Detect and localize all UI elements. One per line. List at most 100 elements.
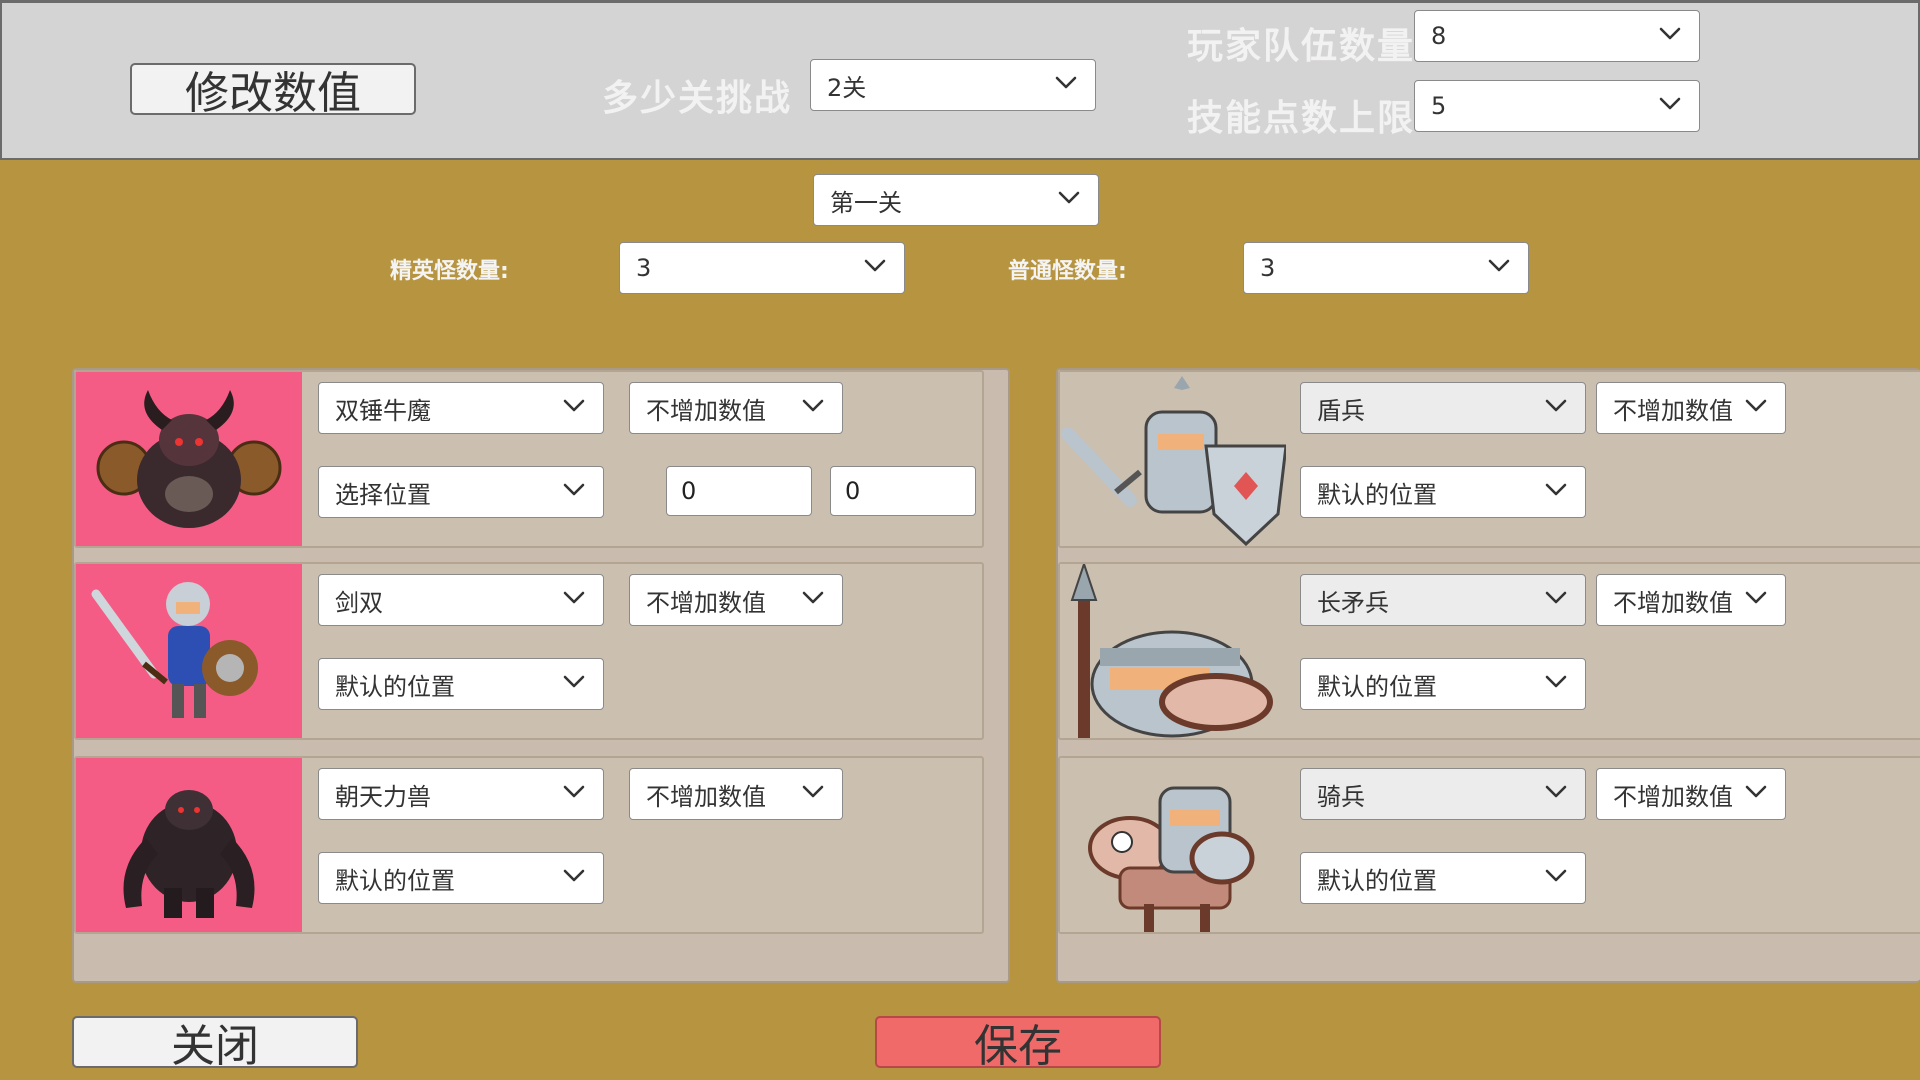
- minotaur-image: [96, 390, 282, 528]
- chevron-down-icon: [1545, 399, 1567, 413]
- position-value: 默认的位置: [335, 672, 455, 701]
- chevron-down-icon: [563, 591, 585, 605]
- chevron-down-icon: [1659, 27, 1681, 41]
- chevron-down-icon: [563, 675, 585, 689]
- monster-type-value: 朝天力兽: [335, 782, 431, 811]
- position-select[interactable]: 默认的位置: [318, 658, 604, 710]
- bonus-select[interactable]: 不增加数值: [629, 574, 843, 626]
- chevron-down-icon: [1745, 591, 1767, 605]
- spearman-portrait: [1060, 564, 1286, 738]
- beast-image: [123, 790, 255, 918]
- monster-type-select[interactable]: 长矛兵: [1300, 574, 1586, 626]
- chevron-down-icon: [1545, 483, 1567, 497]
- skill-cap-select[interactable]: 5: [1414, 80, 1700, 132]
- monster-type-select[interactable]: 朝天力兽: [318, 768, 604, 820]
- bonus-value: 不增加数值: [1613, 782, 1733, 811]
- skill-cap-value: 5: [1431, 92, 1447, 120]
- elite-count-select[interactable]: 3: [619, 242, 905, 294]
- team-count-value: 8: [1431, 22, 1447, 50]
- position-x-input[interactable]: 0: [666, 466, 812, 516]
- chevron-down-icon: [1745, 399, 1767, 413]
- settings-header: 修改数值 多少关挑战 2关 玩家队伍数量 8 技能点数上限 5: [0, 0, 1920, 160]
- bonus-select[interactable]: 不增加数值: [629, 768, 843, 820]
- position-value: 选择位置: [335, 480, 431, 509]
- normal-monster-card: 盾兵 不增加数值 默认的位置: [1058, 370, 1920, 548]
- bonus-value: 不增加数值: [646, 588, 766, 617]
- bonus-select[interactable]: 不增加数值: [1596, 768, 1786, 820]
- position-value: 默认的位置: [1317, 672, 1437, 701]
- bonus-select[interactable]: 不增加数值: [1596, 382, 1786, 434]
- knight-image: [91, 582, 258, 718]
- shield-soldier-portrait: [1060, 372, 1286, 546]
- stages-value: 2关: [827, 73, 867, 102]
- cavalry-portrait: [1060, 758, 1286, 932]
- chevron-down-icon: [1545, 785, 1567, 799]
- bonus-select[interactable]: 不增加数值: [629, 382, 843, 434]
- spearman-image: [1070, 564, 1273, 738]
- knight-portrait: [76, 564, 302, 738]
- chevron-down-icon: [802, 785, 824, 799]
- monster-type-value: 盾兵: [1317, 396, 1365, 425]
- monster-type-value: 长矛兵: [1317, 588, 1389, 617]
- stage-select[interactable]: 第一关: [813, 174, 1099, 226]
- minotaur-portrait: [76, 372, 302, 546]
- chevron-down-icon: [563, 785, 585, 799]
- normal-monster-panel: 盾兵 不增加数值 默认的位置 长矛兵 不增加数值 默认的位置 骑兵 不增加数值 …: [1056, 368, 1920, 983]
- chevron-down-icon: [1055, 76, 1077, 90]
- elite-monster-panel: 双锤牛魔 不增加数值 选择位置 0 0 剑双 不增加数值 默认的位置 朝天力兽 …: [72, 368, 1010, 983]
- chevron-down-icon: [1545, 869, 1567, 883]
- elite-count-value: 3: [636, 254, 652, 282]
- close-button[interactable]: 关闭: [72, 1016, 358, 1072]
- normal-count-label: 普通怪数量:: [1008, 259, 1127, 284]
- chevron-down-icon: [563, 869, 585, 883]
- bonus-value: 不增加数值: [646, 782, 766, 811]
- position-select[interactable]: 默认的位置: [1300, 658, 1586, 710]
- edit-values-button[interactable]: 修改数值: [130, 63, 416, 119]
- bonus-value: 不增加数值: [1613, 588, 1733, 617]
- position-value: 默认的位置: [335, 866, 455, 895]
- monster-type-select[interactable]: 盾兵: [1300, 382, 1586, 434]
- chevron-down-icon: [1058, 191, 1080, 205]
- normal-count-select[interactable]: 3: [1243, 242, 1529, 294]
- bonus-select[interactable]: 不增加数值: [1596, 574, 1786, 626]
- stage-value: 第一关: [830, 188, 902, 217]
- skill-cap-label: 技能点数上限: [1187, 98, 1416, 139]
- chevron-down-icon: [802, 399, 824, 413]
- beast-portrait: [76, 758, 302, 932]
- chevron-down-icon: [563, 399, 585, 413]
- elite-monster-card: 剑双 不增加数值 默认的位置: [74, 562, 984, 740]
- cavalry-image: [1088, 786, 1255, 932]
- position-select[interactable]: 默认的位置: [1300, 852, 1586, 904]
- save-button[interactable]: 保存: [875, 1016, 1161, 1072]
- team-count-label: 玩家队伍数量: [1187, 26, 1416, 67]
- elite-count-label: 精英怪数量:: [390, 259, 509, 284]
- elite-monster-card: 朝天力兽 不增加数值 默认的位置: [74, 756, 984, 934]
- chevron-down-icon: [1659, 97, 1681, 111]
- monster-type-select[interactable]: 双锤牛魔: [318, 382, 604, 434]
- normal-monster-card: 长矛兵 不增加数值 默认的位置: [1058, 562, 1920, 740]
- monster-type-select[interactable]: 骑兵: [1300, 768, 1586, 820]
- position-select[interactable]: 默认的位置: [1300, 466, 1586, 518]
- chevron-down-icon: [1488, 259, 1510, 273]
- chevron-down-icon: [1545, 675, 1567, 689]
- chevron-down-icon: [1745, 785, 1767, 799]
- position-y-input[interactable]: 0: [830, 466, 976, 516]
- team-count-select[interactable]: 8: [1414, 10, 1700, 62]
- normal-monster-card: 骑兵 不增加数值 默认的位置: [1058, 756, 1920, 934]
- position-value: 默认的位置: [1317, 480, 1437, 509]
- chevron-down-icon: [864, 259, 886, 273]
- bonus-value: 不增加数值: [1613, 396, 1733, 425]
- position-select[interactable]: 默认的位置: [318, 852, 604, 904]
- chevron-down-icon: [802, 591, 824, 605]
- stages-label: 多少关挑战: [602, 78, 793, 119]
- shield-soldier-image: [1061, 376, 1286, 546]
- chevron-down-icon: [563, 483, 585, 497]
- monster-type-select[interactable]: 剑双: [318, 574, 604, 626]
- position-value: 默认的位置: [1317, 866, 1437, 895]
- stages-select[interactable]: 2关: [810, 59, 1096, 111]
- monster-type-value: 双锤牛魔: [335, 396, 431, 425]
- monster-type-value: 剑双: [335, 588, 383, 617]
- chevron-down-icon: [1545, 591, 1567, 605]
- monster-type-value: 骑兵: [1317, 782, 1365, 811]
- position-select[interactable]: 选择位置: [318, 466, 604, 518]
